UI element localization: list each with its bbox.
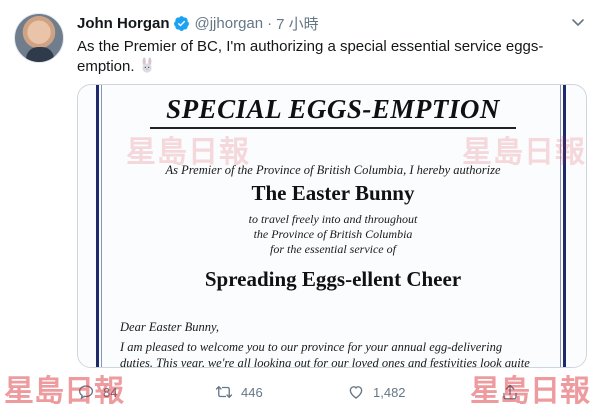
separator-dot: ·: [267, 14, 273, 32]
watermark-logo: 星島日報: [470, 374, 590, 409]
chevron-down-icon[interactable]: [570, 14, 586, 30]
document-title-underline: [150, 127, 516, 129]
retweet-icon: [215, 386, 233, 398]
heart-icon: [349, 386, 363, 399]
retweet-button[interactable]: 446: [215, 383, 263, 401]
verified-badge-icon: [173, 15, 190, 32]
retweet-count: 446: [241, 384, 263, 400]
authorization-line: As Premier of the Province of British Co…: [165, 163, 501, 177]
eggs-emption-document: SPECIAL EGGS-EMPTION 星島日報 星島日報 As Premie…: [78, 85, 586, 367]
tweet: John Horgan @jjhorgan · 7 小時 As the Prem…: [0, 0, 600, 411]
tweet-header: John Horgan @jjhorgan · 7 小時: [77, 13, 319, 33]
rabbit-face-icon: [139, 57, 155, 73]
author-display-name[interactable]: John Horgan: [77, 15, 170, 32]
tweet-text: As the Premier of BC, I'm authorizing a …: [77, 37, 587, 77]
author-handle[interactable]: @jjhorgan: [195, 15, 264, 32]
media-image[interactable]: SPECIAL EGGS-EMPTION 星島日報 星島日報 As Premie…: [77, 84, 587, 368]
travel-line: for the essential service of: [270, 242, 396, 256]
service-purpose: Spreading Eggs-ellent Cheer: [204, 267, 462, 291]
travel-line: the Province of British Columbia: [253, 227, 413, 241]
travel-line: to travel freely into and throughout: [248, 212, 418, 226]
letter-salutation: Dear Easter Bunny,: [120, 320, 219, 334]
timestamp[interactable]: 7 小時: [276, 13, 319, 34]
like-count: 1,482: [373, 384, 406, 400]
like-button[interactable]: 1,482: [347, 383, 406, 401]
document-title: SPECIAL EGGS-EMPTION: [166, 94, 500, 124]
watermark-logo: 星島日報: [4, 374, 124, 409]
recipient-name: The Easter Bunny: [251, 181, 415, 205]
avatar[interactable]: [14, 13, 64, 63]
letter-body-line: I am pleased to welcome you to our provi…: [120, 340, 503, 354]
